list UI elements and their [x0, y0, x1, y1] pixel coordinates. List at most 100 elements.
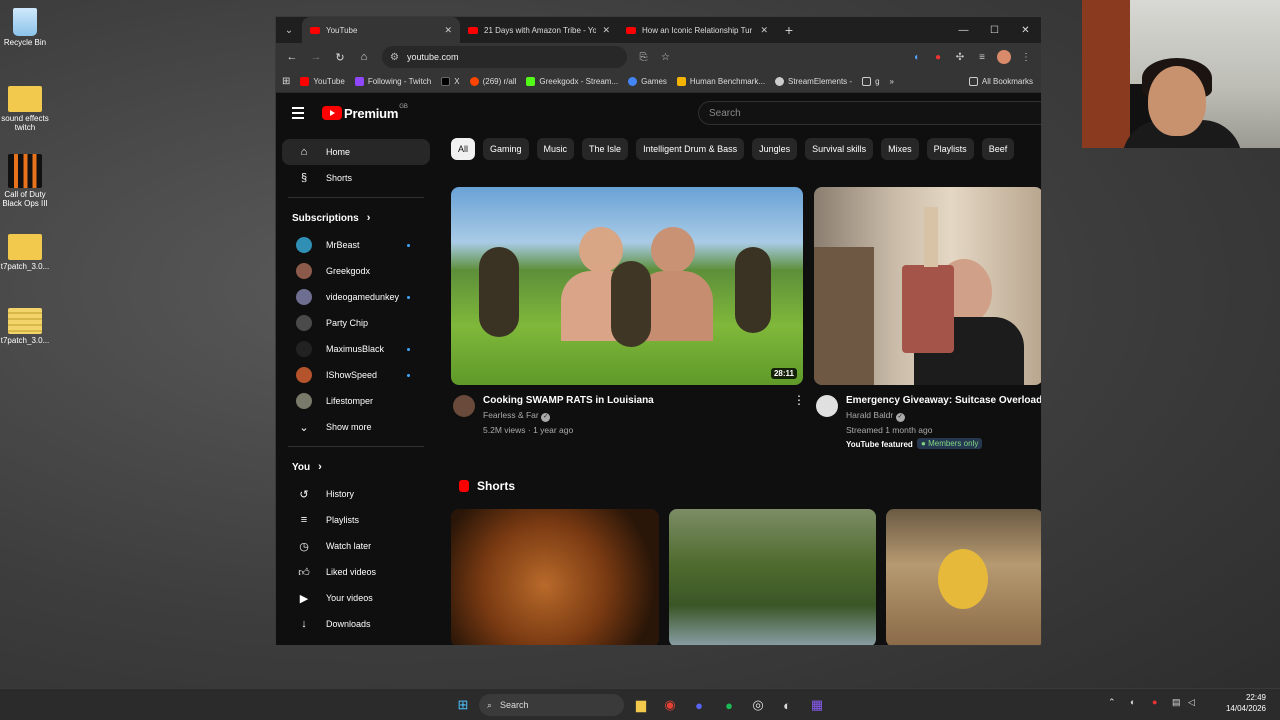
video-title[interactable]: Emergency Giveaway: Suitcase Overloade [846, 395, 1041, 406]
chip-playlists[interactable]: Playlists [926, 138, 974, 160]
chip-all[interactable]: All [451, 138, 476, 160]
sidebar-item-mrbeast[interactable]: MrBeast [282, 232, 430, 258]
tab-search-button[interactable]: ⌄ [279, 20, 299, 40]
sidebar-item-liked-videos[interactable]: 👍︎ Liked videos [282, 559, 430, 585]
sidebar-item-greekgodx[interactable]: Greekgodx [282, 258, 430, 284]
desktop-icon-black-ops[interactable]: Call of Duty Black Ops III [0, 154, 50, 208]
microphone-icon[interactable]: ● [1152, 697, 1157, 707]
new-tab-button[interactable]: + [779, 20, 799, 40]
bookmark-folder-g[interactable]: g [862, 77, 880, 86]
menu-kebab-icon[interactable]: ⋮ [1015, 46, 1037, 68]
bookmark-star-icon[interactable]: ☆ [655, 46, 677, 68]
home-button-icon[interactable]: ⌂ [352, 45, 376, 69]
extension-icon[interactable]: ◖ [905, 46, 927, 68]
reload-icon[interactable]: ↻ [328, 45, 352, 69]
spotify-icon[interactable]: ● [720, 696, 738, 714]
bookmark-games[interactable]: Games [628, 77, 667, 86]
desktop-icon-sound-effects[interactable]: sound effects twitch [0, 86, 50, 132]
chip-jungles[interactable]: Jungles [752, 138, 798, 160]
channel-avatar[interactable] [816, 395, 838, 417]
close-icon[interactable]: ✕ [754, 25, 768, 36]
sidebar-item-downloads[interactable]: ↓ Downloads [282, 611, 430, 637]
system-clock[interactable]: 22:49 14/04/2026 [1226, 692, 1266, 714]
short-thumbnail[interactable] [669, 509, 876, 645]
more-options-icon[interactable]: ⋮ [793, 393, 805, 407]
chip-music[interactable]: Music [536, 138, 575, 160]
windows-start-icon[interactable]: ⊞ [454, 696, 472, 714]
maximize-icon[interactable]: ☐ [979, 17, 1010, 43]
address-bar[interactable]: ⚙ youtube.com [382, 46, 627, 68]
bookmark-x[interactable]: X [441, 77, 460, 86]
sidebar-item-home[interactable]: ⌂ Home [282, 139, 430, 165]
video-title[interactable]: Cooking SWAMP RATS in Louisiana [483, 395, 654, 406]
bookmark-greekgodx[interactable]: Greekgodx - Stream... [526, 77, 618, 86]
chip-intelligent-drum-bass[interactable]: Intelligent Drum & Bass [636, 138, 745, 160]
desktop-icon-recycle-bin[interactable]: Recycle Bin [0, 8, 50, 47]
sidebar-item-ishowspeed[interactable]: IShowSpeed [282, 362, 430, 388]
desktop-icon-t7patch-folder[interactable]: t7patch_3.0... [0, 234, 50, 271]
sidebar-item-shorts[interactable]: § Shorts [282, 165, 430, 191]
bookmark-reddit[interactable]: (269) r/all [469, 77, 516, 86]
short-thumbnail[interactable] [886, 509, 1041, 645]
sidebar-item-party-chip[interactable]: Party Chip [282, 310, 430, 336]
youtube-premium-logo[interactable]: Premium GB [322, 104, 408, 121]
sidebar-item-videogamedunkey[interactable]: videogamedunkey [282, 284, 430, 310]
search-input[interactable]: Search [698, 101, 1041, 125]
obs-icon[interactable]: ◎ [749, 696, 767, 714]
tray-chevron-icon[interactable]: ⌃ [1108, 697, 1116, 708]
video-thumbnail[interactable]: 28:11 [451, 187, 803, 385]
site-info-icon[interactable]: ⚙ [390, 52, 399, 63]
chip-gaming[interactable]: Gaming [483, 138, 529, 160]
desktop-icon-t7patch-archive[interactable]: t7patch_3.0... [0, 308, 50, 345]
you-header[interactable]: You › [276, 453, 436, 481]
reading-list-icon[interactable]: ≡ [971, 46, 993, 68]
video-thumbnail[interactable] [814, 187, 1041, 385]
app-icon[interactable]: ▦ [808, 696, 826, 714]
sidebar-item-maximusblack[interactable]: MaximusBlack [282, 336, 430, 362]
chip-the-isle[interactable]: The Isle [582, 138, 629, 160]
bookmark-streamelements[interactable]: StreamElements - [775, 77, 852, 86]
discord-icon[interactable]: ● [690, 696, 708, 714]
subscriptions-header[interactable]: Subscriptions › [276, 204, 436, 232]
file-explorer-icon[interactable]: ▆ [632, 696, 650, 714]
tab-iconic-relationship[interactable]: How an Iconic Relationship Tur ✕ [618, 17, 776, 43]
apps-grid-icon[interactable]: ⊞ [282, 76, 290, 87]
adblock-extension-icon[interactable]: ● [927, 46, 949, 68]
show-more-button[interactable]: ⌄ Show more [282, 414, 430, 440]
chip-survival-skills[interactable]: Survival skills [805, 138, 874, 160]
wifi-icon[interactable]: ▤ [1172, 697, 1181, 708]
sidebar-item-history[interactable]: ↺ History [282, 481, 430, 507]
sidebar-item-playlists[interactable]: ≡ Playlists [282, 507, 430, 533]
chrome-icon[interactable]: ◉ [661, 696, 679, 714]
chip-beef[interactable]: Beef [981, 138, 1015, 160]
install-app-icon[interactable]: ⎘ [633, 46, 655, 68]
chatterino-icon[interactable]: ◐ [778, 696, 796, 714]
taskbar-search[interactable]: ⌕ Search [479, 694, 624, 716]
channel-avatar[interactable] [453, 395, 475, 417]
more-bookmarks-icon[interactable]: » [890, 77, 894, 86]
speaker-icon[interactable]: ◁ [1188, 697, 1195, 708]
minimize-icon[interactable]: — [948, 17, 979, 43]
extensions-puzzle-icon[interactable]: ✣ [949, 46, 971, 68]
short-thumbnail[interactable] [451, 509, 659, 645]
chip-mixes[interactable]: Mixes [881, 138, 919, 160]
close-icon[interactable]: ✕ [596, 25, 610, 36]
bookmark-twitch[interactable]: Following - Twitch [354, 77, 431, 86]
all-bookmarks-folder[interactable]: All Bookmarks [968, 77, 1033, 86]
bookmark-youtube[interactable]: YouTube [300, 77, 345, 86]
forward-icon[interactable]: → [304, 45, 328, 69]
close-icon[interactable]: ✕ [438, 25, 452, 36]
menu-hamburger-icon[interactable] [288, 102, 310, 124]
tab-youtube[interactable]: YouTube ✕ [302, 17, 460, 43]
channel-name[interactable]: Fearless & Far ✓ [483, 410, 551, 422]
channel-name[interactable]: Harald Baldr ✓ [846, 410, 905, 422]
network-icon[interactable]: ◐ [1130, 697, 1135, 707]
back-icon[interactable]: ← [280, 45, 304, 69]
profile-avatar-icon[interactable] [993, 46, 1015, 68]
close-window-icon[interactable]: ✕ [1010, 17, 1041, 43]
sidebar-item-watch-later[interactable]: ◷ Watch later [282, 533, 430, 559]
sidebar-item-your-videos[interactable]: ▶ Your videos [282, 585, 430, 611]
bookmark-human-benchmark[interactable]: Human Benchmark... [676, 77, 765, 86]
tab-amazon-tribe[interactable]: 21 Days with Amazon Tribe - Yo ✕ [460, 17, 618, 43]
sidebar-item-lifestomper[interactable]: Lifestomper [282, 388, 430, 414]
